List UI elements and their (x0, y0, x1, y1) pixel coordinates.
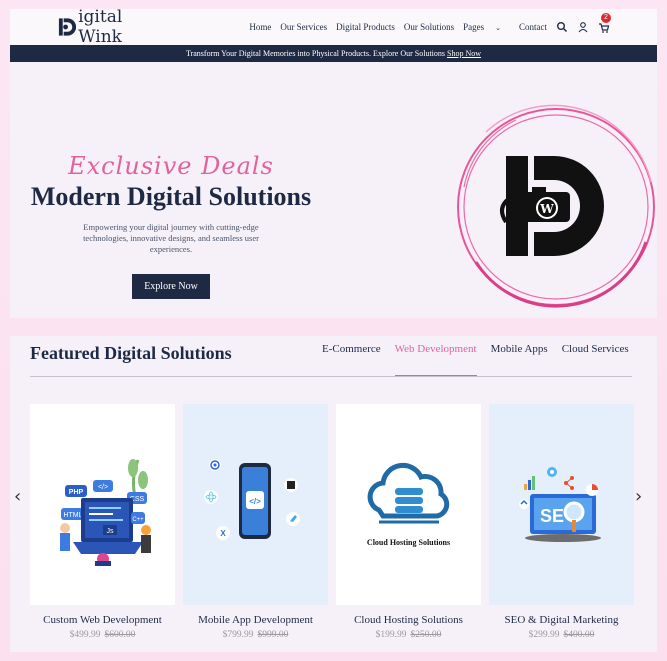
logo-d-icon (58, 18, 77, 36)
product-card[interactable]: SE SEO & Digital Marketing $299.99 $400.0… (489, 404, 634, 640)
promo-text: Transform Your Digital Memories into Phy… (185, 49, 446, 58)
site-header: igital Wink Home Our Services Digital Pr… (10, 7, 657, 47)
nav-pages[interactable]: Pages ⌄ (463, 22, 510, 32)
brand-logo[interactable]: igital Wink (57, 7, 167, 47)
hero-script-heading: Exclusive Deals (68, 152, 274, 180)
tab-e-commerce[interactable]: E-Commerce (322, 343, 381, 377)
svg-text:HTML: HTML (63, 512, 82, 519)
web-development-illustration: PHP </> CSS HTML Js C++ (59, 458, 151, 566)
nav-our-solutions[interactable]: Our Solutions (404, 22, 454, 32)
product-price: $499.99 $600.00 (30, 630, 175, 640)
original-price: $400.00 (563, 630, 595, 640)
cart-count-badge: 2 (601, 13, 611, 23)
carousel-next-icon[interactable]: › (635, 486, 642, 507)
mobile-app-illustration: </> X (203, 458, 300, 540)
featured-title: Featured Digital Solutions (30, 343, 232, 363)
svg-text:PHP: PHP (68, 489, 83, 496)
sale-price: $199.99 (375, 630, 407, 640)
nav-our-services[interactable]: Our Services (280, 22, 327, 32)
tabs-divider (30, 376, 632, 377)
nav-pages-label: Pages (463, 22, 485, 32)
product-name: Mobile App Development (198, 614, 313, 626)
product-carousel: PHP </> CSS HTML Js C++ Custom Web Devel… (30, 404, 634, 640)
original-price: $600.00 (104, 630, 136, 640)
tab-cloud-services[interactable]: Cloud Services (562, 343, 629, 377)
product-image-cloud-hosting: Cloud Hosting Solutions (336, 404, 481, 605)
cart-icon (599, 23, 610, 33)
cart-button[interactable]: 2 (598, 13, 611, 33)
sale-price: $299.99 (528, 630, 560, 640)
explore-now-button[interactable]: Explore Now (132, 274, 210, 299)
sale-price: $499.99 (69, 630, 101, 640)
svg-text:Js: Js (106, 528, 114, 535)
brand-name: igital Wink (78, 7, 123, 47)
sale-price: $799.99 (222, 630, 254, 640)
product-name: Cloud Hosting Solutions (354, 614, 463, 626)
original-price: $999.00 (257, 630, 289, 640)
promo-bar: Transform Your Digital Memories into Phy… (10, 45, 657, 62)
svg-text:X: X (220, 529, 226, 538)
seo-marketing-illustration: SE (518, 466, 601, 542)
chevron-down-icon: ⌄ (495, 24, 501, 32)
carousel-prev-icon[interactable]: ‹ (14, 486, 21, 507)
shop-now-link[interactable]: Shop Now (447, 49, 481, 58)
nav-digital-products[interactable]: Digital Products (336, 22, 395, 32)
product-image-seo: SE (489, 404, 634, 605)
svg-text:C++: C++ (132, 517, 144, 523)
nav-home[interactable]: Home (249, 22, 271, 32)
product-card[interactable]: PHP </> CSS HTML Js C++ Custom Web Devel… (30, 404, 175, 640)
product-price: $199.99 $250.00 (336, 630, 481, 640)
svg-text:SE: SE (539, 506, 563, 526)
cloud-hosting-illustration (367, 462, 449, 524)
tab-web-development[interactable]: Web Development (394, 343, 477, 377)
hero-logo-illustration: W (457, 104, 655, 308)
hero-section: Exclusive Deals Modern Digital Solutions… (10, 62, 657, 318)
svg-text:W: W (539, 202, 554, 216)
cloud-hosting-caption: Cloud Hosting Solutions (366, 538, 451, 547)
nav-contact[interactable]: Contact (519, 22, 547, 32)
svg-text:</>: </> (249, 497, 261, 506)
product-image-web-dev: PHP </> CSS HTML Js C++ (30, 404, 175, 605)
featured-tabs: E-Commerce Web Development Mobile Apps C… (322, 343, 643, 377)
product-name: SEO & Digital Marketing (504, 614, 619, 626)
search-icon[interactable] (556, 21, 568, 33)
main-nav: Home Our Services Digital Products Our S… (249, 22, 556, 32)
product-card[interactable]: Cloud Hosting Solutions Cloud Hosting So… (336, 404, 481, 640)
original-price: $250.00 (410, 630, 442, 640)
hero-description: Empowering your digital journey with cut… (83, 222, 259, 254)
hero-content: Exclusive Deals Modern Digital Solutions… (10, 152, 332, 299)
product-card[interactable]: </> X Mobile App Development $799.99 $999… (183, 404, 328, 640)
hero-title: Modern Digital Solutions (30, 182, 312, 211)
user-icon[interactable] (577, 21, 589, 33)
product-image-mobile-app: </> X (183, 404, 328, 605)
svg-text:</>: </> (97, 484, 107, 491)
product-price: $799.99 $999.00 (183, 630, 328, 640)
header-icons: 2 (556, 13, 611, 33)
featured-section: Featured Digital Solutions E-Commerce We… (10, 336, 657, 652)
product-name: Custom Web Development (43, 614, 162, 626)
product-price: $299.99 $400.00 (489, 630, 634, 640)
tab-mobile-apps[interactable]: Mobile Apps (491, 343, 548, 377)
